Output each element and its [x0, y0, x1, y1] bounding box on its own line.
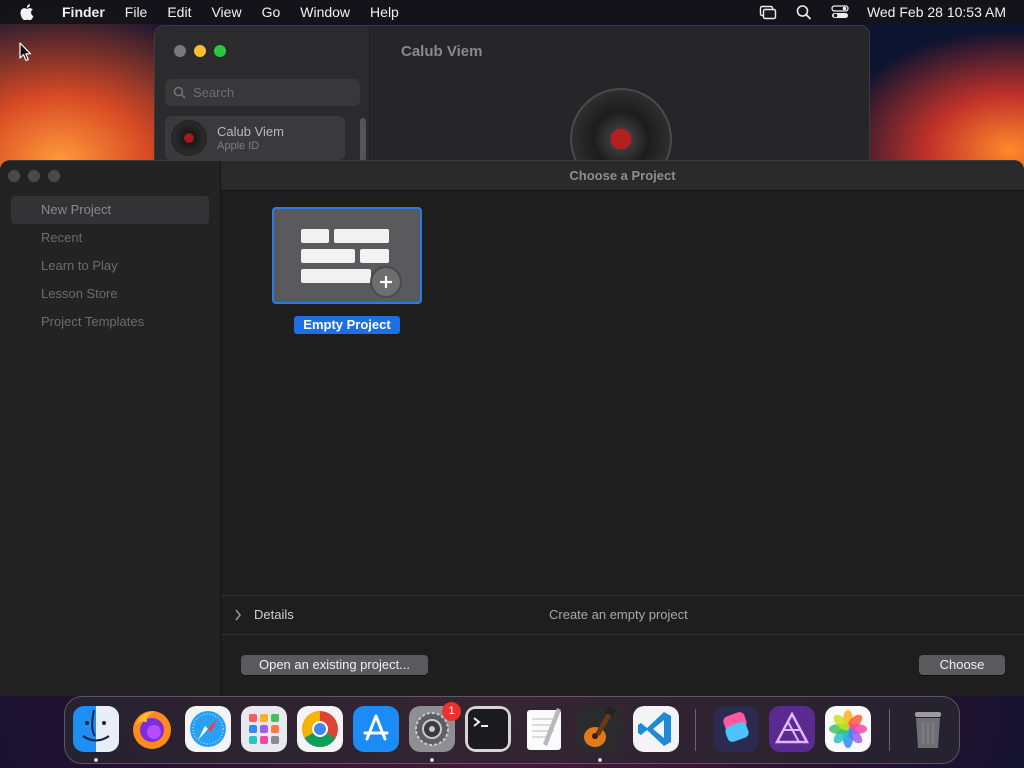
trash-icon[interactable]: [905, 706, 951, 752]
settings-pane-title: Calub Viem: [401, 43, 483, 60]
menu-bar: Finder File Edit View Go Window Help Wed…: [0, 0, 1024, 24]
textedit-icon[interactable]: [521, 706, 567, 752]
account-name: Calub Viem: [217, 124, 284, 139]
menu-edit[interactable]: Edit: [157, 4, 201, 20]
dock-separator: [695, 709, 696, 751]
avatar: [171, 120, 207, 156]
menu-go[interactable]: Go: [252, 4, 291, 20]
menu-view[interactable]: View: [201, 4, 251, 20]
dock: 1: [64, 696, 960, 764]
choose-project-dialog: Choose a Project New Project Recent Lear…: [0, 160, 1024, 696]
zoom-window-button[interactable]: [214, 45, 226, 57]
terminal-icon[interactable]: [465, 706, 511, 752]
finder-icon[interactable]: [73, 706, 119, 752]
dialog-zoom-button[interactable]: [48, 170, 60, 182]
dialog-title: Choose a Project: [569, 168, 676, 183]
dialog-window-controls: [8, 170, 60, 182]
menu-help[interactable]: Help: [360, 4, 409, 20]
template-block: [301, 229, 329, 243]
details-disclosure[interactable]: Details Create an empty project: [221, 595, 1024, 635]
minimize-window-button[interactable]: [194, 45, 206, 57]
dialog-close-button[interactable]: [8, 170, 20, 182]
dialog-minimize-button[interactable]: [28, 170, 40, 182]
spotlight-search-icon[interactable]: [795, 4, 813, 20]
details-label: Details: [254, 607, 294, 622]
window-controls: [174, 45, 226, 57]
mouse-cursor-icon: [19, 42, 32, 62]
running-indicator: [94, 758, 98, 762]
menu-app-name[interactable]: Finder: [52, 4, 115, 20]
sidebar-item-new-project[interactable]: New Project: [11, 196, 209, 224]
profile-picture[interactable]: [570, 88, 672, 164]
dialog-titlebar: Choose a Project: [221, 161, 1024, 191]
settings-search-field[interactable]: Search: [165, 79, 360, 106]
sidebar-item-project-templates[interactable]: Project Templates: [11, 308, 209, 336]
apple-menu[interactable]: [0, 4, 52, 20]
template-block: [334, 229, 389, 243]
dock-separator: [889, 709, 890, 751]
empty-project-template-tile[interactable]: [272, 207, 422, 304]
close-window-button[interactable]: [174, 45, 186, 57]
photos-icon[interactable]: [825, 706, 871, 752]
account-subtitle: Apple ID: [217, 140, 260, 152]
search-icon: [173, 86, 186, 99]
menu-file[interactable]: File: [115, 4, 158, 20]
apple-id-account-item[interactable]: Calub Viem Apple ID: [165, 116, 345, 160]
sidebar-item-learn-to-play[interactable]: Learn to Play: [11, 252, 209, 280]
affinity-photo-icon[interactable]: [769, 706, 815, 752]
control-center-icon[interactable]: [831, 4, 849, 20]
screen-mirroring-icon[interactable]: [759, 4, 777, 20]
shortcuts-icon[interactable]: [713, 706, 759, 752]
garageband-icon[interactable]: [577, 706, 623, 752]
chevron-right-icon[interactable]: [234, 609, 242, 621]
sidebar-item-lesson-store[interactable]: Lesson Store: [11, 280, 209, 308]
running-indicator: [598, 758, 602, 762]
add-icon: [370, 266, 402, 298]
apple-icon: [19, 4, 33, 20]
sidebar-scrollbar[interactable]: [360, 118, 366, 162]
running-indicator: [430, 758, 434, 762]
launchpad-icon[interactable]: [241, 706, 287, 752]
vscode-icon[interactable]: [633, 706, 679, 752]
template-block: [301, 269, 371, 283]
sidebar-item-recent[interactable]: Recent: [11, 224, 209, 252]
notification-badge: 1: [442, 702, 461, 721]
firefox-icon[interactable]: [129, 706, 175, 752]
app-store-icon[interactable]: [353, 706, 399, 752]
search-placeholder: Search: [193, 85, 235, 100]
safari-icon[interactable]: [185, 706, 231, 752]
choose-button[interactable]: Choose: [919, 655, 1005, 675]
menu-window[interactable]: Window: [290, 4, 360, 20]
sidebar-nav: New Project Recent Learn to Play Lesson …: [11, 196, 209, 336]
apple-id-settings-window: Search Calub Viem Apple ID Calub Viem: [154, 25, 870, 165]
open-existing-project-button[interactable]: Open an existing project...: [241, 655, 428, 675]
chrome-icon[interactable]: [297, 706, 343, 752]
template-block: [301, 249, 355, 263]
details-description: Create an empty project: [549, 607, 688, 622]
empty-project-label[interactable]: Empty Project: [294, 316, 400, 334]
template-block: [360, 249, 389, 263]
menu-clock[interactable]: Wed Feb 28 10:53 AM: [867, 4, 1006, 20]
